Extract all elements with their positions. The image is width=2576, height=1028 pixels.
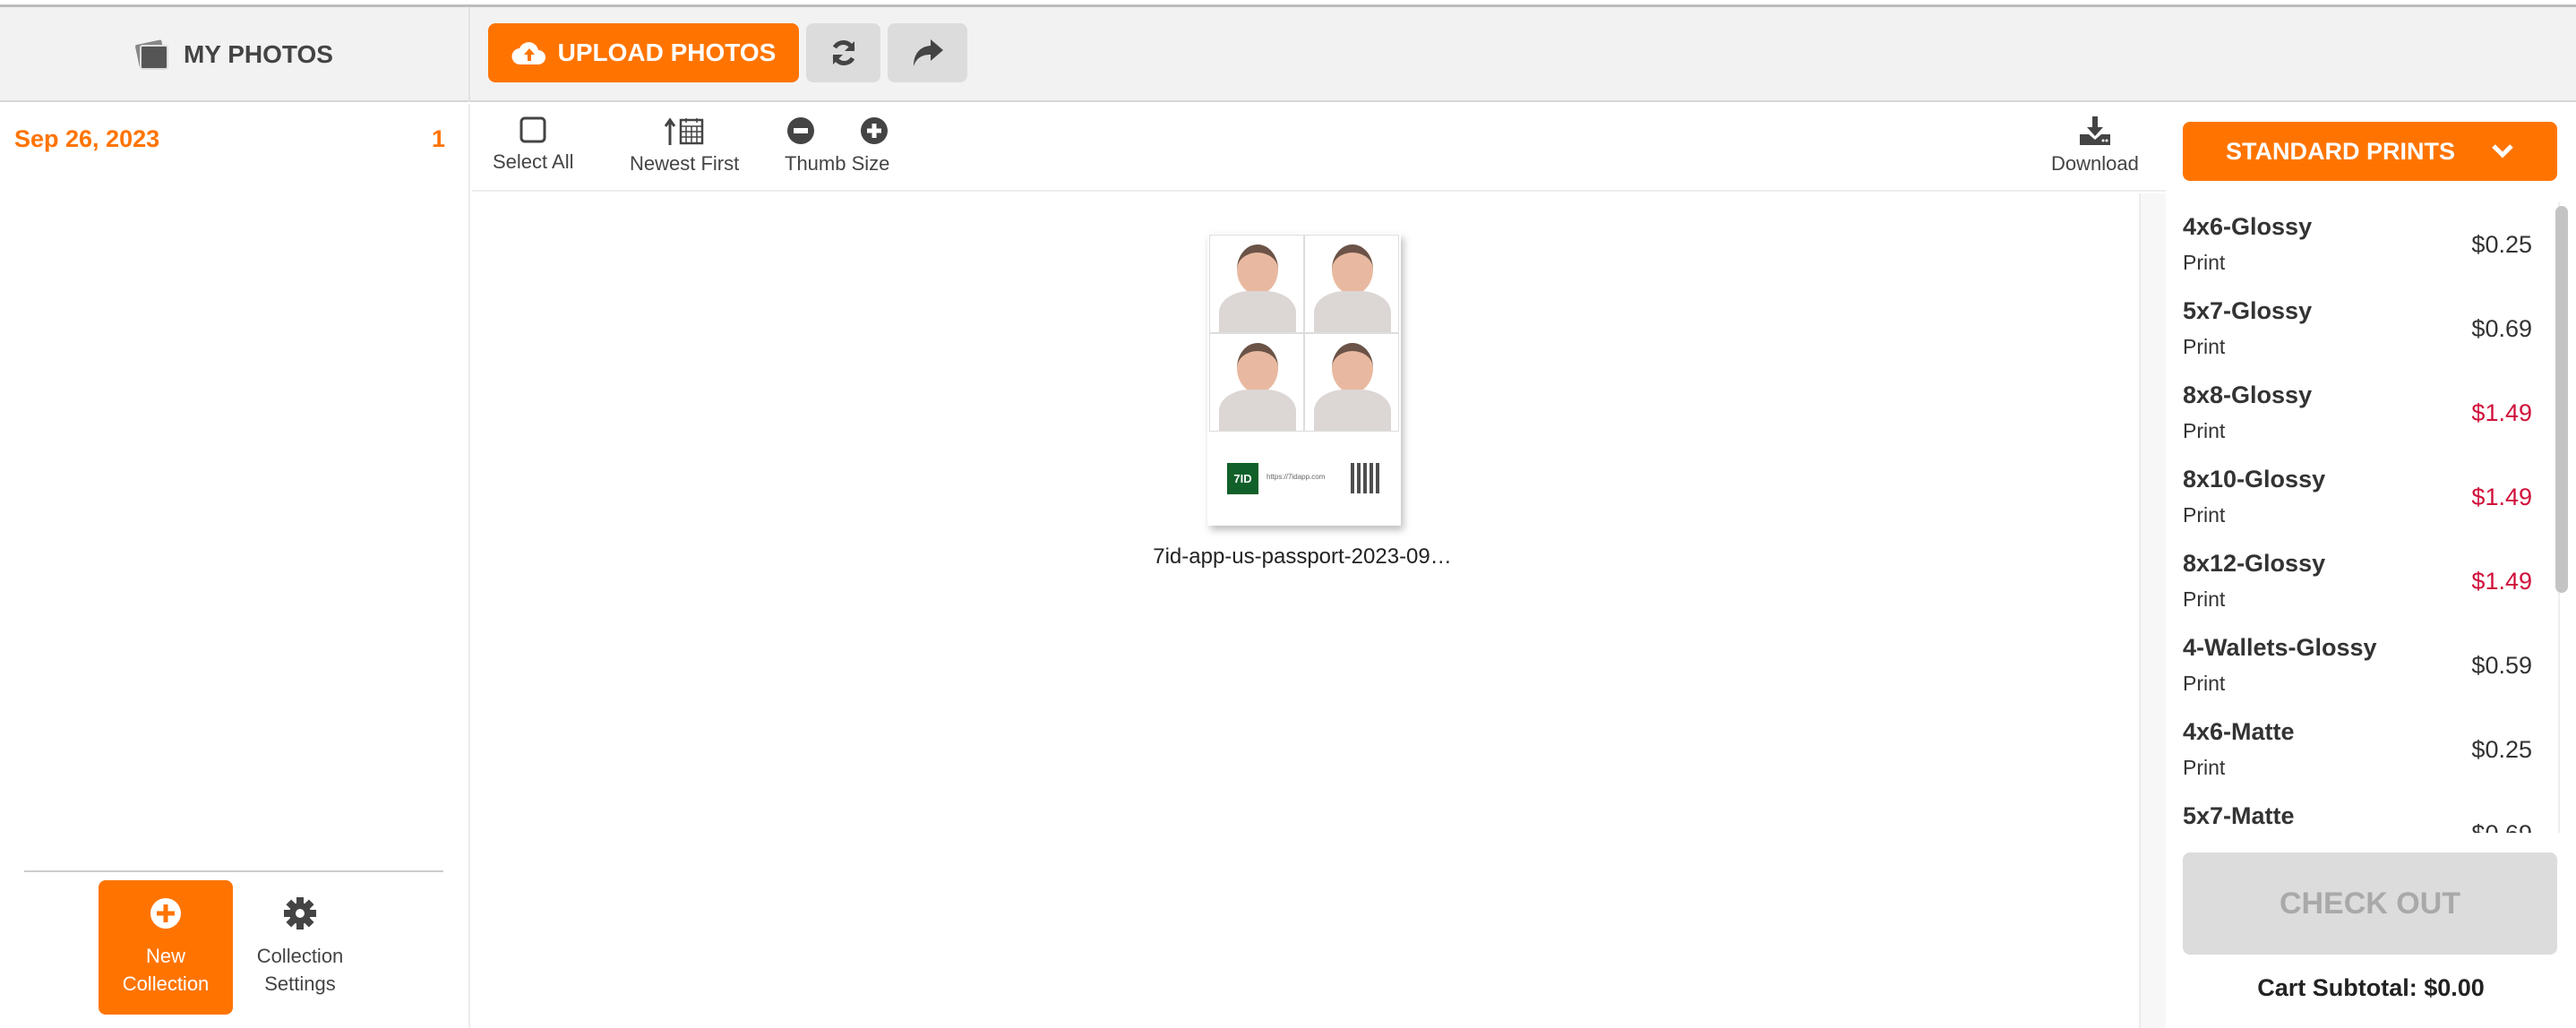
photo-toolbar: Select All Newest First Thumb Size Downl… xyxy=(472,104,2166,192)
collection-date[interactable]: Sep 26, 2023 xyxy=(14,125,159,153)
product-type: Print xyxy=(2183,587,2226,611)
chevron-down-icon xyxy=(2492,144,2513,158)
product-price: $0.59 xyxy=(2471,652,2532,679)
product-list-scrollbar[interactable] xyxy=(2555,206,2568,593)
share-button[interactable] xyxy=(888,23,967,82)
product-type: Print xyxy=(2183,756,2226,779)
product-name: 8x10-Glossy xyxy=(2183,466,2326,493)
product-name: 5x7-Matte xyxy=(2183,802,2295,829)
product-type: Print xyxy=(2183,251,2226,274)
7id-logo: 7ID xyxy=(1227,463,1258,494)
upload-photos-label: UPLOAD PHOTOS xyxy=(557,39,777,66)
product-item[interactable]: 8x12-Glossy Print $1.49 xyxy=(2183,539,2541,623)
product-item[interactable]: 4-Wallets-Glossy Print $0.59 xyxy=(2183,623,2541,707)
product-name: 4-Wallets-Glossy xyxy=(2183,634,2377,661)
product-price: $1.49 xyxy=(2471,399,2532,426)
sort-label: Newest First xyxy=(630,152,740,175)
zoom-in-icon[interactable] xyxy=(860,116,889,145)
product-item[interactable]: 4x6-Matte Print $0.25 xyxy=(2183,707,2541,792)
thumb-size-control: Thumb Size xyxy=(785,116,889,176)
product-type: Print xyxy=(2183,419,2226,442)
product-price: $0.25 xyxy=(2471,736,2532,763)
checkbox-icon xyxy=(519,116,546,143)
page-title: MY PHOTOS xyxy=(183,40,333,68)
product-type: Print xyxy=(2183,672,2226,695)
cart-subtotal: Cart Subtotal: $0.00 xyxy=(2257,974,2485,1001)
thumb-size-label: Thumb Size xyxy=(785,152,890,175)
product-type: Print xyxy=(2183,335,2226,358)
product-price: $1.49 xyxy=(2471,568,2532,595)
select-all-label: Select All xyxy=(493,150,574,173)
product-price: $0.69 xyxy=(2471,820,2532,833)
logo-url: https://7idapp.com xyxy=(1267,473,1326,481)
my-photos-header: MY PHOTOS xyxy=(0,7,470,102)
upload-photos-button[interactable]: UPLOAD PHOTOS xyxy=(488,23,799,82)
collection-settings-label: Collection Settings xyxy=(256,945,344,995)
collection-count: 1 xyxy=(432,125,446,152)
sidebar-divider xyxy=(24,870,443,872)
passport-photo xyxy=(1209,333,1304,432)
plus-circle-icon xyxy=(150,898,181,929)
passport-photo xyxy=(1304,235,1399,333)
main-scroll-gutter xyxy=(2139,193,2166,1028)
dropdown-label: STANDARD PRINTS xyxy=(2226,137,2455,165)
product-name: 4x6-Glossy xyxy=(2183,213,2313,240)
photos-icon xyxy=(134,39,168,70)
checkout-button[interactable]: CHECK OUT xyxy=(2183,852,2557,955)
passport-photo xyxy=(1209,235,1304,333)
zoom-out-icon[interactable] xyxy=(786,116,815,145)
photo-thumbnail[interactable]: 7ID https://7idapp.com xyxy=(1207,233,1401,526)
download-label: Download xyxy=(2051,152,2139,175)
product-list: 4x6-Glossy Print $0.25 5x7-Glossy Print $0.69… xyxy=(2166,202,2560,833)
passport-photo xyxy=(1304,333,1399,432)
select-all-button[interactable]: Select All xyxy=(493,116,574,174)
download-icon xyxy=(2079,116,2110,145)
qr-code-icon xyxy=(1351,463,1381,493)
product-price: $0.25 xyxy=(2471,231,2532,258)
photo-filename: 7id-app-us-passport-2023-09… xyxy=(1153,544,1452,569)
cloud-upload-icon xyxy=(511,42,545,65)
collection-settings-button[interactable]: Collection Settings xyxy=(233,880,367,1015)
product-name: 8x12-Glossy xyxy=(2183,550,2326,577)
share-icon xyxy=(913,39,943,66)
product-type: Print xyxy=(2183,503,2226,527)
new-collection-label: New Collection xyxy=(122,945,210,995)
window-top-border xyxy=(0,0,2576,7)
standard-prints-dropdown[interactable]: STANDARD PRINTS xyxy=(2183,122,2557,181)
product-name: 8x8-Glossy xyxy=(2183,381,2313,408)
product-item[interactable]: 5x7-MattePrint$0.69 xyxy=(2183,792,2541,833)
product-item[interactable]: 4x6-Glossy Print $0.25 xyxy=(2183,202,2541,287)
product-price: $0.69 xyxy=(2471,315,2532,342)
checkout-label: CHECK OUT xyxy=(2279,886,2461,921)
product-price: $1.49 xyxy=(2471,484,2532,510)
sort-calendar-icon xyxy=(664,117,704,145)
product-item[interactable]: 5x7-Glossy Print $0.69 xyxy=(2183,287,2541,371)
product-item[interactable]: 8x8-Glossy Print $1.49 xyxy=(2183,371,2541,455)
new-collection-button[interactable]: New Collection xyxy=(99,880,233,1015)
download-button[interactable]: Download xyxy=(2051,116,2139,176)
product-name: 5x7-Glossy xyxy=(2183,297,2313,324)
sort-newest-first-button[interactable]: Newest First xyxy=(630,116,739,176)
refresh-button[interactable] xyxy=(806,23,880,82)
product-item[interactable]: 8x10-Glossy Print $1.49 xyxy=(2183,455,2541,539)
gear-icon xyxy=(284,897,316,929)
refresh-icon xyxy=(832,40,854,65)
product-name: 4x6-Matte xyxy=(2183,718,2295,745)
